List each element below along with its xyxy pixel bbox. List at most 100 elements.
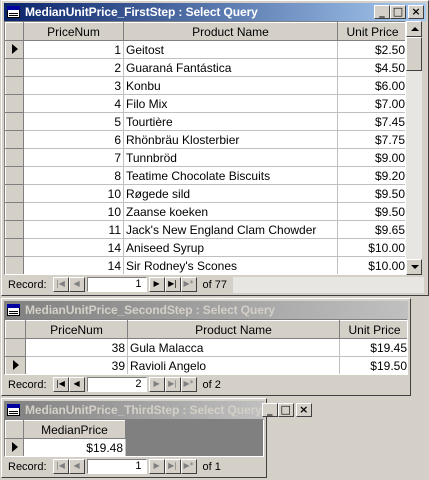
cell-median-price[interactable]: $19.48 xyxy=(23,438,126,456)
column-header-pricenum[interactable]: PriceNum xyxy=(23,22,124,41)
last-record-button[interactable]: ▶| xyxy=(164,459,181,474)
scroll-up-button[interactable] xyxy=(406,21,422,37)
record-selector[interactable] xyxy=(5,184,24,203)
table-row[interactable]: 10 Røgede sild $9.50 xyxy=(5,184,405,203)
cell-product-name[interactable]: Konbu xyxy=(123,76,338,95)
previous-record-button[interactable]: ◀ xyxy=(68,459,85,474)
close-button[interactable]: × xyxy=(295,403,312,417)
cell-pricenum[interactable]: 2 xyxy=(23,58,124,77)
record-selector[interactable] xyxy=(5,130,24,149)
table-row[interactable]: 1 Geitost $2.50 xyxy=(5,40,405,59)
cell-product-name[interactable]: Ravioli Angelo xyxy=(127,356,340,374)
column-header-median-price[interactable]: MedianPrice xyxy=(23,420,126,439)
last-record-button[interactable]: ▶| xyxy=(164,377,181,392)
column-header-unit-price[interactable]: Unit Price xyxy=(339,320,407,339)
record-selector[interactable] xyxy=(5,76,24,95)
table-row[interactable]: 39 Ravioli Angelo $19.50 xyxy=(5,356,407,374)
cell-product-name[interactable]: Tourtière xyxy=(123,112,338,131)
next-record-button[interactable]: ▶ xyxy=(148,377,165,392)
new-record-button[interactable]: ▶* xyxy=(180,277,197,292)
cell-unit-price[interactable]: $10.00 xyxy=(337,256,405,274)
cell-pricenum[interactable]: 39 xyxy=(25,356,128,374)
cell-product-name[interactable]: Jack's New England Clam Chowder xyxy=(123,220,338,239)
cell-pricenum[interactable]: 14 xyxy=(23,256,124,274)
table-row[interactable]: 11 Jack's New England Clam Chowder $9.65 xyxy=(5,220,405,239)
table-row[interactable]: $19.48 xyxy=(5,438,126,456)
cell-unit-price[interactable]: $9.50 xyxy=(337,184,405,203)
cell-unit-price[interactable]: $7.45 xyxy=(337,112,405,131)
table-row[interactable]: 10 Zaanse koeken $9.50 xyxy=(5,202,405,221)
record-selector[interactable] xyxy=(5,220,24,239)
scroll-thumb[interactable] xyxy=(406,37,422,71)
cell-product-name[interactable]: Filo Mix xyxy=(123,94,338,113)
first-record-button[interactable]: |◀ xyxy=(52,459,69,474)
table-row[interactable]: 4 Filo Mix $7.00 xyxy=(5,94,405,113)
title-bar[interactable]: MedianUnitPrice_FirstStep : Select Query… xyxy=(4,3,426,21)
previous-record-button[interactable]: ◀ xyxy=(68,377,85,392)
record-selector[interactable] xyxy=(5,338,26,357)
record-selector[interactable] xyxy=(5,256,24,274)
select-all-corner[interactable] xyxy=(5,22,24,41)
cell-unit-price[interactable]: $10.00 xyxy=(337,238,405,257)
title-bar[interactable]: MedianUnitPrice_SecondStep : Select Quer… xyxy=(4,301,408,319)
vertical-scrollbar[interactable] xyxy=(406,21,422,275)
cell-pricenum[interactable]: 7 xyxy=(23,148,124,167)
cell-pricenum[interactable]: 14 xyxy=(23,238,124,257)
record-selector[interactable] xyxy=(5,58,24,77)
cell-product-name[interactable]: Tunnbröd xyxy=(123,148,338,167)
column-header-product-name[interactable]: Product Name xyxy=(123,22,338,41)
last-record-button[interactable]: ▶| xyxy=(164,277,181,292)
close-button[interactable]: × xyxy=(408,5,424,19)
title-bar[interactable]: MedianUnitPrice_ThirdStep : Select Query… xyxy=(4,401,312,419)
cell-product-name[interactable]: Teatime Chocolate Biscuits xyxy=(123,166,338,185)
cell-unit-price[interactable]: $6.00 xyxy=(337,76,405,95)
cell-product-name[interactable]: Sir Rodney's Scones xyxy=(123,256,338,274)
new-record-button[interactable]: ▶* xyxy=(180,377,197,392)
record-number-input[interactable]: 1 xyxy=(86,459,147,474)
cell-product-name[interactable]: Zaanse koeken xyxy=(123,202,338,221)
scroll-down-button[interactable] xyxy=(406,259,422,275)
table-row[interactable]: 14 Aniseed Syrup $10.00 xyxy=(5,238,405,257)
cell-pricenum[interactable]: 4 xyxy=(23,94,124,113)
restore-button[interactable]: □ xyxy=(277,403,294,417)
cell-product-name[interactable]: Røgede sild xyxy=(123,184,338,203)
cell-product-name[interactable]: Aniseed Syrup xyxy=(123,238,338,257)
horizontal-scrollbar[interactable] xyxy=(233,276,424,293)
cell-product-name[interactable]: Gula Malacca xyxy=(127,338,340,357)
cell-pricenum[interactable]: 11 xyxy=(23,220,124,239)
record-selector[interactable] xyxy=(5,40,24,59)
table-row[interactable]: 3 Konbu $6.00 xyxy=(5,76,405,95)
minimize-button[interactable]: _ xyxy=(261,403,278,417)
table-row[interactable]: 6 Rhönbräu Klosterbier $7.75 xyxy=(5,130,405,149)
cell-unit-price[interactable]: $7.00 xyxy=(337,94,405,113)
cell-unit-price[interactable]: $9.20 xyxy=(337,166,405,185)
new-record-button[interactable]: ▶* xyxy=(180,459,197,474)
record-selector[interactable] xyxy=(5,112,24,131)
previous-record-button[interactable]: ◀ xyxy=(68,277,85,292)
first-record-button[interactable]: |◀ xyxy=(52,377,69,392)
cell-product-name[interactable]: Geitost xyxy=(123,40,338,59)
minimize-button[interactable]: _ xyxy=(374,5,390,19)
select-all-corner[interactable] xyxy=(5,420,24,439)
cell-pricenum[interactable]: 10 xyxy=(23,202,124,221)
cell-unit-price[interactable]: $4.50 xyxy=(337,58,405,77)
table-row[interactable]: 8 Teatime Chocolate Biscuits $9.20 xyxy=(5,166,405,185)
table-row[interactable]: 14 Sir Rodney's Scones $10.00 xyxy=(5,256,405,274)
record-number-input[interactable]: 1 xyxy=(86,277,147,292)
record-selector[interactable] xyxy=(5,202,24,221)
record-selector[interactable] xyxy=(5,438,24,456)
cell-pricenum[interactable]: 38 xyxy=(25,338,128,357)
table-row[interactable]: 7 Tunnbröd $9.00 xyxy=(5,148,405,167)
cell-product-name[interactable]: Guaraná Fantástica xyxy=(123,58,338,77)
cell-pricenum[interactable]: 1 xyxy=(23,40,124,59)
table-row[interactable]: 2 Guaraná Fantástica $4.50 xyxy=(5,58,405,77)
next-record-button[interactable]: ▶ xyxy=(148,459,165,474)
record-selector[interactable] xyxy=(5,148,24,167)
cell-unit-price[interactable]: $19.45 xyxy=(339,338,407,357)
cell-unit-price[interactable]: $7.75 xyxy=(337,130,405,149)
record-selector[interactable] xyxy=(5,356,26,374)
table-row[interactable]: 38 Gula Malacca $19.45 xyxy=(5,338,407,357)
cell-pricenum[interactable]: 10 xyxy=(23,184,124,203)
cell-pricenum[interactable]: 3 xyxy=(23,76,124,95)
cell-pricenum[interactable]: 8 xyxy=(23,166,124,185)
